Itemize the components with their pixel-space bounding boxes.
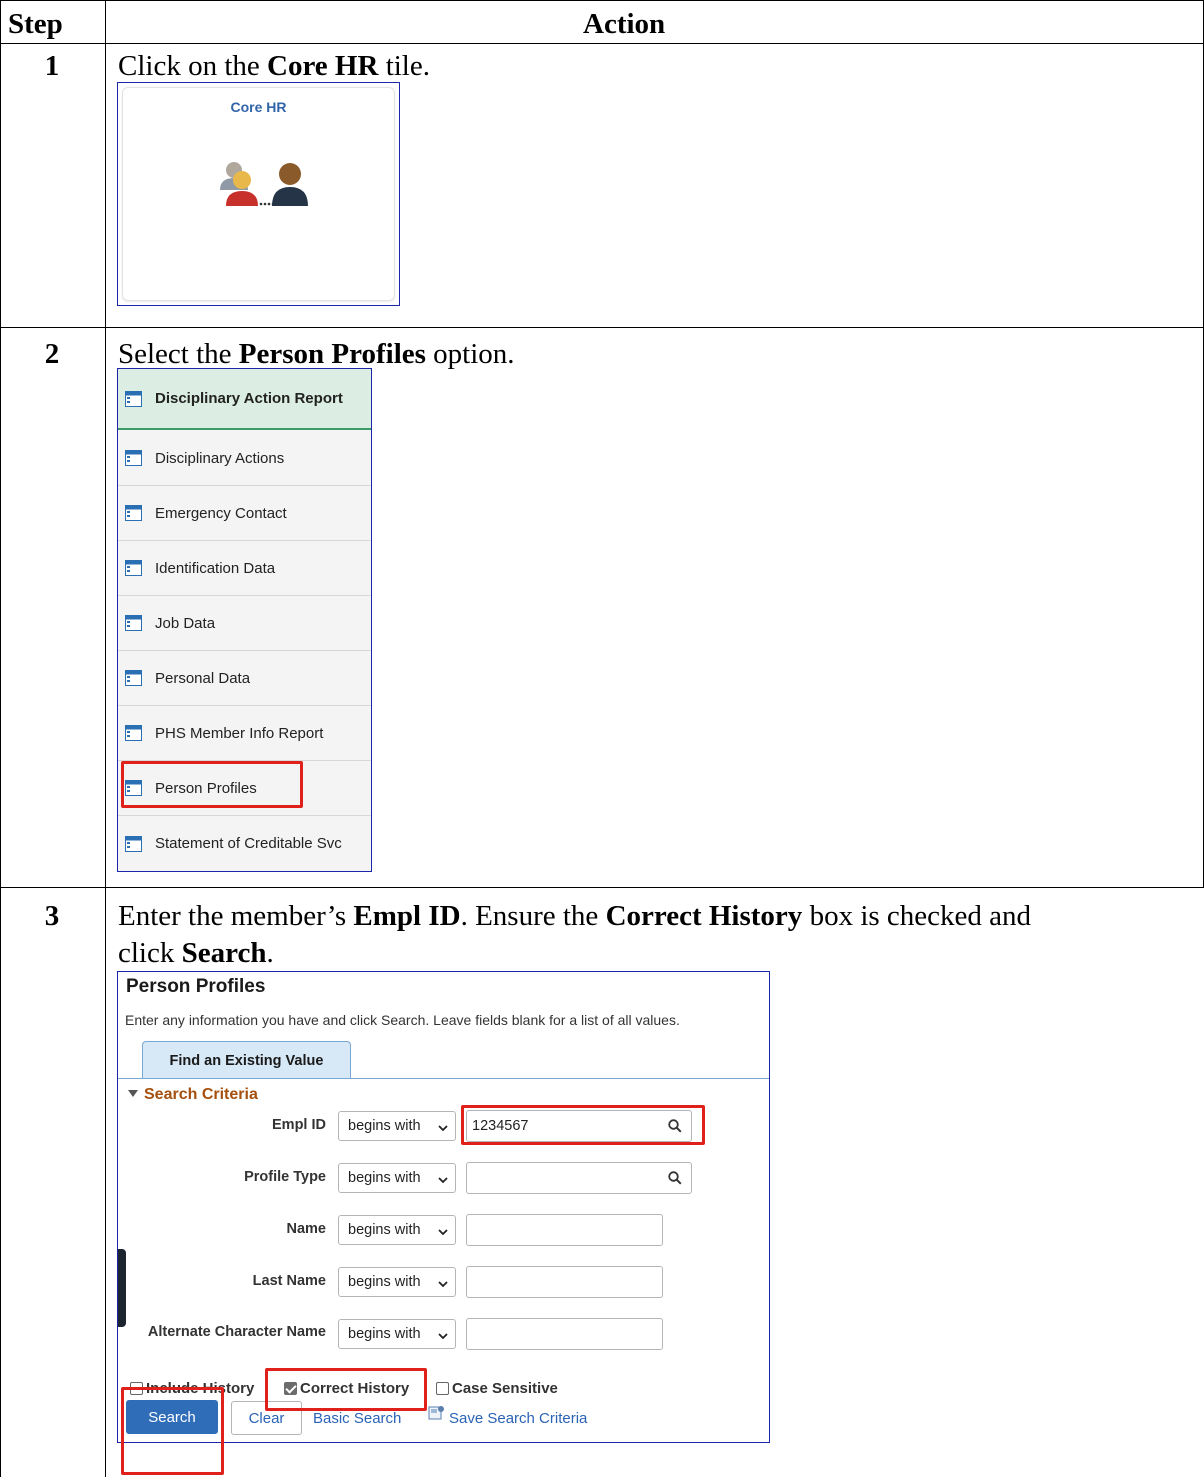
component-icon [125,505,142,526]
menu-item-label: Disciplinary Action Report [155,390,343,407]
header-action: Action [583,8,666,40]
name-input[interactable] [466,1214,663,1246]
menu-item-label: Identification Data [155,559,276,577]
menu-item-job-data[interactable]: Job Data [118,596,371,651]
operator-select[interactable]: begins with [338,1215,456,1245]
menu-item-emergency-contact[interactable]: Emergency Contact [118,486,371,541]
chevron-down-icon [438,1173,448,1189]
menu-item-label: Statement of Creditable Svc [155,835,342,852]
menu-item-label: Disciplinary Actions [155,449,285,467]
chevron-down-icon [438,1225,448,1241]
instructions-text: Enter any information you have and click… [125,1012,680,1028]
header-step: Step [8,8,63,40]
save-search-icon [428,1404,446,1427]
step-instruction: Enter the member’s Empl ID. Ensure the C… [118,900,1032,932]
highlight-search-button [121,1387,224,1475]
highlight-person-profiles [121,761,303,808]
operator-select[interactable]: begins with [338,1163,456,1193]
component-icon [125,835,142,857]
menu-item-label: Emergency Contact [155,504,287,522]
basic-search-link[interactable]: Basic Search [313,1410,401,1427]
component-icon [125,615,142,636]
component-icon [125,390,142,412]
component-icon [125,560,142,581]
step-number: 1 [44,50,60,82]
field-label: Alternate Character Name [147,1324,326,1340]
menu-item-label: Job Data [155,614,216,632]
highlight-empl-id [461,1105,705,1145]
tile-title: Core HR [230,99,287,115]
tab-find-existing-value[interactable]: Find an Existing Value [142,1041,351,1079]
last-name-input[interactable] [466,1266,663,1298]
component-icon [125,725,142,746]
search-criteria-toggle[interactable]: Search Criteria [128,1086,258,1104]
field-label: Last Name [252,1273,326,1289]
collapse-triangle-icon [128,1090,138,1097]
menu-item-phs-member-info-report[interactable]: PHS Member Info Report [118,706,371,761]
operator-select[interactable]: begins with [338,1319,456,1349]
step-number: 3 [44,900,60,932]
component-icon [125,450,142,471]
save-search-criteria-link[interactable]: Save Search Criteria [449,1410,587,1427]
search-icon[interactable] [668,1171,682,1189]
step-instruction-line2: click Search. [118,937,274,969]
side-slideout-tab[interactable] [118,1249,126,1327]
menu-item-identification-data[interactable]: Identification Data [118,541,371,596]
field-label: Name [286,1221,327,1237]
page-title: Person Profiles [126,976,266,997]
field-label: Empl ID [272,1117,326,1133]
operator-select[interactable]: begins with [338,1111,456,1141]
menu-item-label: PHS Member Info Report [155,724,324,742]
menu-item-disciplinary-action-report[interactable]: Disciplinary Action Report [118,369,371,430]
person-profiles-search-panel: Person Profiles Enter any information yo… [117,971,770,1443]
people-icon [220,160,310,213]
component-icon [125,670,142,691]
menu-item-label: Personal Data [155,669,251,687]
alternate-character-name-input[interactable] [466,1318,663,1350]
step-number: 2 [44,338,60,370]
step-instruction: Select the Person Profiles option. [118,338,515,370]
chevron-down-icon [438,1329,448,1345]
operator-select[interactable]: begins with [338,1267,456,1297]
field-label: Profile Type [244,1169,326,1185]
chevron-down-icon [438,1121,448,1137]
case-sensitive-checkbox[interactable]: Case Sensitive [436,1380,558,1397]
menu-item-disciplinary-actions[interactable]: Disciplinary Actions [118,431,371,486]
highlight-correct-history [265,1368,427,1411]
step-instruction: Click on the Core HR tile. [118,50,430,82]
chevron-down-icon [438,1277,448,1293]
menu-item-statement-of-creditable-svc[interactable]: Statement of Creditable Svc [118,816,371,871]
core-hr-tile-screenshot: Core HR [117,82,400,306]
core-hr-tile[interactable]: Core HR [122,87,395,301]
profile-type-input[interactable] [466,1162,692,1194]
menu-item-personal-data[interactable]: Personal Data [118,651,371,706]
